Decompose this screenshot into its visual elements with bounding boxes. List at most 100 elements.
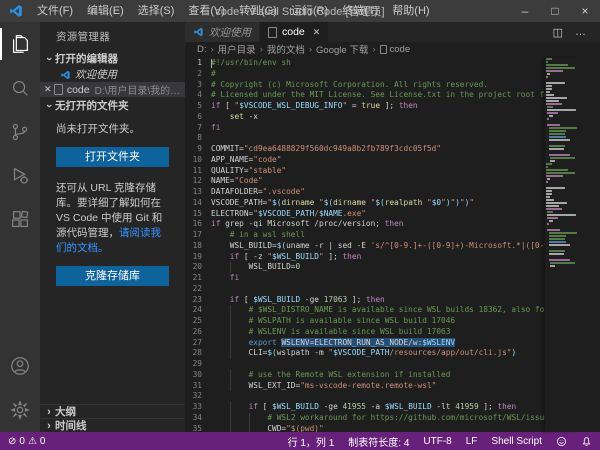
more-actions-icon[interactable]: …: [569, 26, 592, 38]
menu-item[interactable]: 帮助(H): [385, 0, 436, 22]
notifications-bell-icon[interactable]: [581, 436, 592, 447]
code-line[interactable]: [211, 284, 547, 295]
code-editor[interactable]: 1234567891011121314151617181920212223242…: [185, 56, 600, 432]
open-editors-header[interactable]: › 打开的编辑器: [40, 50, 185, 67]
sidebar-item-explorer[interactable]: [0, 22, 40, 66]
code-line[interactable]: # use the Remote WSL extension if instal…: [211, 370, 547, 381]
split-editor-icon[interactable]: ◫: [547, 26, 569, 39]
sidebar-item-source-control[interactable]: [0, 110, 40, 154]
account-button[interactable]: [0, 344, 40, 388]
breadcrumb-item[interactable]: D:: [197, 44, 207, 55]
no-folder-header[interactable]: › 无打开的文件夹: [40, 97, 185, 114]
code-line[interactable]: if [ $WSL_BUILD -ge 17063 ]; then: [211, 295, 547, 306]
tab-label: 欢迎使用: [209, 25, 251, 40]
sidebar-item-extensions[interactable]: [0, 198, 40, 242]
code-line[interactable]: # Copyright (c) Microsoft Corporation. A…: [211, 80, 547, 91]
code-line[interactable]: fi: [211, 123, 547, 134]
code-line[interactable]: # Licensed under the MIT License. See Li…: [211, 90, 547, 101]
code-line[interactable]: VSCODE_PATH="$(dirname "$(dirname "$(rea…: [211, 198, 547, 209]
code-line[interactable]: [211, 133, 547, 144]
breadcrumb-separator: ›: [368, 44, 379, 55]
code-line[interactable]: CLI=$(wslpath -m "$VSCODE_PATH/resources…: [211, 348, 547, 359]
vscode-logo-icon: [193, 27, 204, 37]
minimize-button[interactable]: –: [510, 0, 540, 22]
code-line[interactable]: QUALITY="stable": [211, 166, 547, 177]
window-title: code - Visual Studio Code [管理员]: [215, 3, 384, 19]
breadcrumb-item[interactable]: code: [390, 44, 411, 55]
code-line[interactable]: WSL_BUILD=$(uname -r | sed -E 's/^[0-9.]…: [211, 241, 547, 252]
code-line[interactable]: WSL_BUILD=0: [211, 262, 547, 273]
code-line[interactable]: # $WSL_DISTRO_NAME is available since WS…: [211, 305, 547, 316]
tab-code[interactable]: code✕: [260, 22, 329, 42]
maximize-button[interactable]: □: [540, 0, 570, 22]
code-line[interactable]: export WSLENV=ELECTRON_RUN_AS_NODE/w:$WS…: [211, 338, 547, 349]
settings-button[interactable]: [0, 388, 40, 432]
code-line[interactable]: # in a wsl shell: [211, 230, 547, 241]
breadcrumb-item[interactable]: 我的文档: [267, 42, 305, 56]
code-line[interactable]: #!/usr/bin/env sh: [211, 58, 547, 69]
code-line[interactable]: ELECTRON="$VSCODE_PATH/$NAME.exe": [211, 209, 547, 220]
outline-label: 大纲: [55, 404, 76, 419]
warning-count: 0: [40, 436, 46, 447]
feedback-icon[interactable]: [556, 436, 567, 447]
menu-item[interactable]: 编辑(E): [80, 0, 131, 22]
error-icon: ⊘: [8, 436, 16, 447]
tab-bar: 欢迎使用 code✕ ◫ …: [185, 22, 600, 42]
close-button[interactable]: ×: [570, 0, 600, 22]
code-line[interactable]: [211, 359, 547, 370]
code-line[interactable]: CWD="$(pwd)": [211, 424, 547, 433]
warning-icon: ⚠: [28, 436, 37, 447]
language-mode[interactable]: Shell Script: [491, 436, 542, 447]
minimap[interactable]: [545, 58, 578, 432]
run-debug-icon: [9, 165, 31, 187]
problems-indicator[interactable]: ⊘ 0 ⚠ 0: [8, 436, 45, 447]
code-line[interactable]: if [ "$VSCODE_WSL_DEBUG_INFO" = true ]; …: [211, 101, 547, 112]
open-folder-button[interactable]: 打开文件夹: [56, 147, 169, 167]
close-icon[interactable]: ✕: [313, 27, 321, 38]
close-icon[interactable]: ✕: [44, 84, 52, 95]
code-line[interactable]: # WSL2 workaround for https://github.com…: [211, 413, 547, 424]
clone-repository-button[interactable]: 克隆存储库: [56, 266, 169, 286]
code-line[interactable]: WSL_EXT_ID="ms-vscode-remote.remote-wsl": [211, 381, 547, 392]
encoding-indicator[interactable]: UTF-8: [423, 436, 451, 447]
timeline-header[interactable]: › 时间线: [40, 418, 185, 432]
menu-item[interactable]: 文件(F): [30, 0, 80, 22]
code-line[interactable]: if [ $WSL_BUILD -ge 41955 -a $WSL_BUILD …: [211, 402, 547, 413]
eol-indicator[interactable]: LF: [466, 436, 478, 447]
tab-size-indicator[interactable]: 制表符长度: 4: [348, 434, 409, 449]
extensions-icon: [9, 209, 31, 231]
sidebar-item-search[interactable]: [0, 66, 40, 110]
menu-item[interactable]: 选择(S): [131, 0, 182, 22]
editor-group: 欢迎使用code✕ ◫ … D:›用户目录›我的文档›Google 下载›cod…: [185, 22, 600, 432]
code-line[interactable]: if [ -z "$WSL_BUILD" ]; then: [211, 252, 547, 263]
breadcrumb-item[interactable]: Google 下载: [316, 42, 368, 56]
breadcrumb-item[interactable]: 用户目录: [218, 42, 256, 56]
editor-path: D:\用户目录\我的文档\Google...: [95, 82, 185, 97]
file-icon: [268, 27, 277, 38]
code-lines: #!/usr/bin/env sh## Copyright (c) Micros…: [211, 58, 547, 432]
breadcrumb: D:›用户目录›我的文档›Google 下载›code: [185, 42, 600, 56]
code-line[interactable]: fi: [211, 273, 547, 284]
code-line[interactable]: COMMIT="cd9ea6488829f560dc949a8b2fb789f3…: [211, 144, 547, 155]
window-controls: – □ ×: [510, 0, 600, 22]
tab-欢迎使用[interactable]: 欢迎使用: [185, 22, 260, 42]
code-line[interactable]: if grep -qi Microsoft /proc/version; the…: [211, 219, 547, 230]
explorer-icon: [9, 33, 31, 55]
code-line[interactable]: #: [211, 69, 547, 80]
code-line[interactable]: [211, 391, 547, 402]
code-line[interactable]: # WSLPATH is available since WSL build 1…: [211, 316, 547, 327]
open-editor-item[interactable]: ✕codeD:\用户目录\我的文档\Google...: [40, 82, 185, 97]
code-line[interactable]: set -x: [211, 112, 547, 123]
code-line[interactable]: NAME="Code": [211, 176, 547, 187]
cursor-position[interactable]: 行 1，列 1: [288, 434, 335, 449]
outline-header[interactable]: › 大纲: [40, 404, 185, 418]
code-line[interactable]: DATAFOLDER=".vscode": [211, 187, 547, 198]
vscode-window: 文件(F)编辑(E)选择(S)查看(V)转到(G)运行(R)终端(T)帮助(H)…: [0, 0, 600, 450]
open-editor-item[interactable]: 欢迎使用: [40, 67, 185, 82]
sidebar-item-run-debug[interactable]: [0, 154, 40, 198]
code-line[interactable]: # WSLENV is available since WSL build 17…: [211, 327, 547, 338]
code-line[interactable]: APP_NAME="code": [211, 155, 547, 166]
sidebar-bottom-sections: › 大纲 › 时间线: [40, 404, 185, 432]
file-icon: [380, 45, 387, 54]
no-folder-message: 尚未打开文件夹。: [40, 114, 185, 141]
